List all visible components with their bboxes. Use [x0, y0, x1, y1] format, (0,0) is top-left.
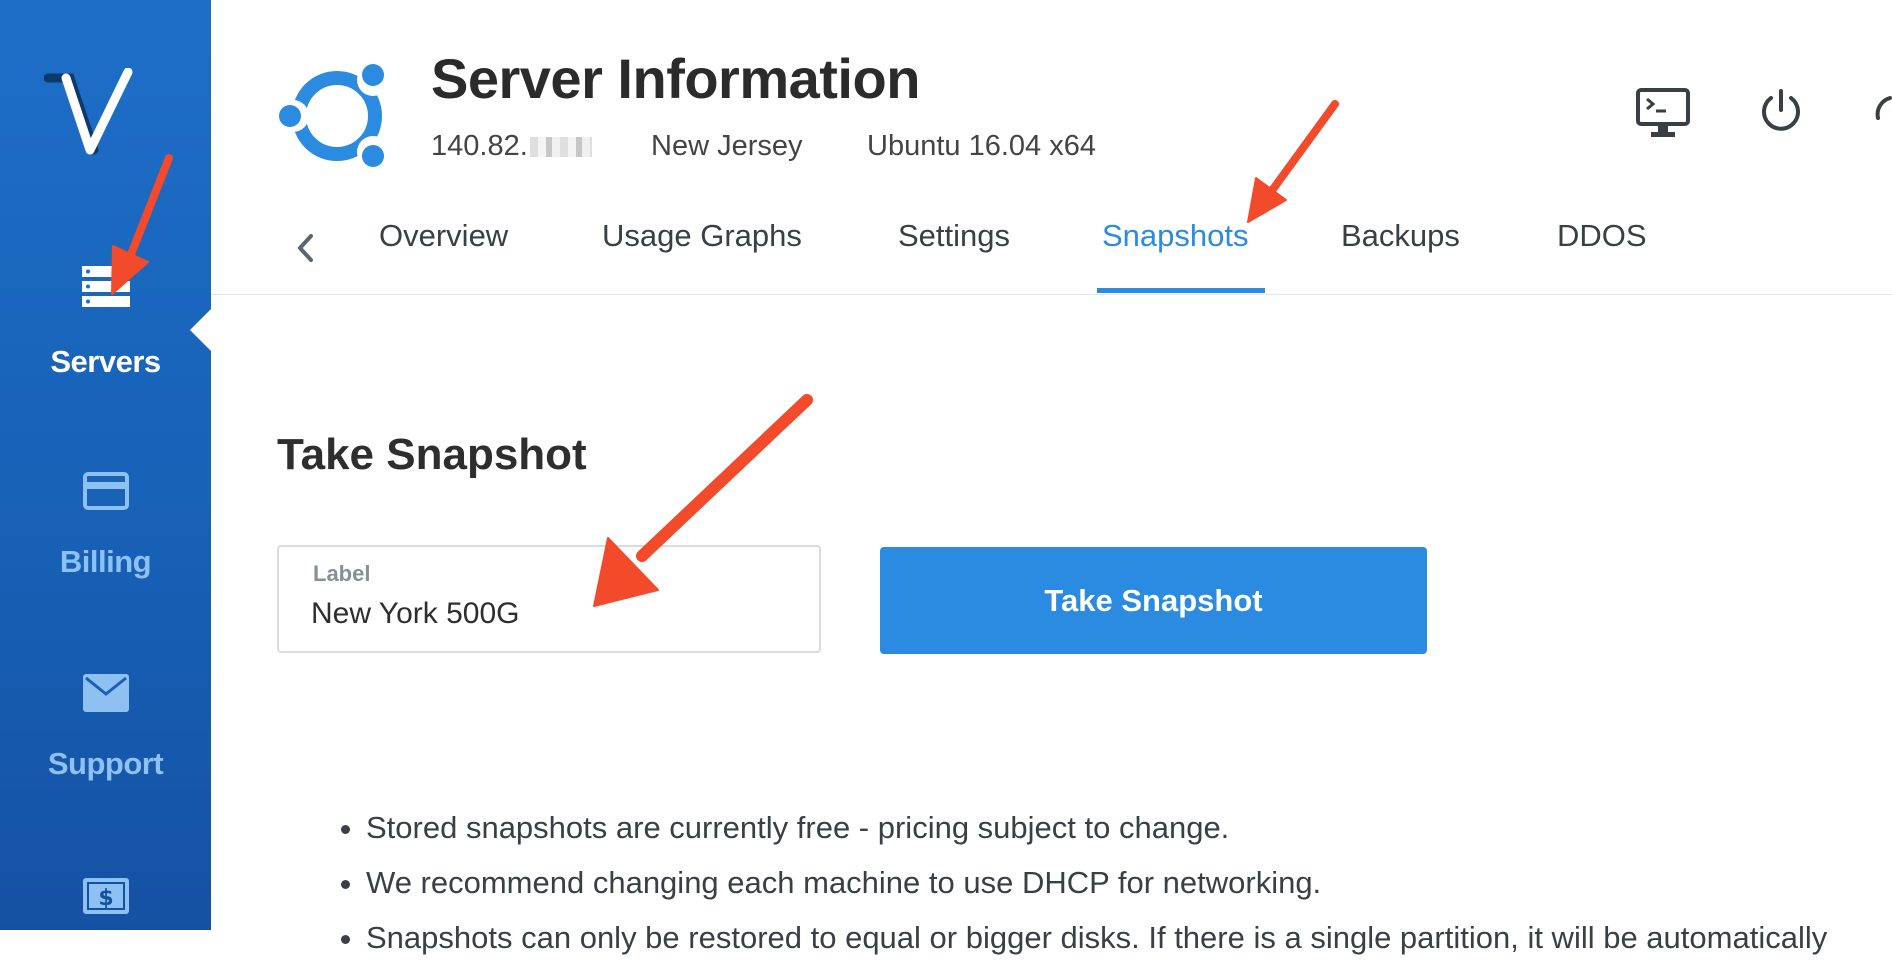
field-caption: Label — [313, 561, 371, 586]
console-icon[interactable] — [1636, 88, 1690, 138]
sidebar-item-billing[interactable]: Billing — [0, 472, 211, 580]
restart-icon[interactable] — [1874, 88, 1892, 134]
chevron-left-icon[interactable] — [291, 228, 321, 268]
list-item: Snapshots can only be restored to equal … — [366, 910, 1892, 965]
power-icon[interactable] — [1758, 88, 1804, 134]
ip-redaction — [529, 137, 592, 158]
credit-card-icon — [82, 472, 129, 510]
tab-bar: Overview Usage Graphs Settings Snapshots… — [211, 200, 1892, 295]
server-ip: 140.82. — [431, 130, 592, 163]
arrow-to-snapshots-tab — [1264, 100, 1339, 200]
envelope-icon — [82, 674, 129, 712]
vultr-logo[interactable] — [44, 68, 134, 158]
tab-usage-graphs[interactable]: Usage Graphs — [602, 218, 802, 276]
sidebar-item-label: Servers — [50, 344, 161, 379]
tab-backups[interactable]: Backups — [1341, 218, 1460, 276]
sidebar-item-label: Billing — [59, 544, 152, 579]
sidebar-item-label: Support — [47, 746, 164, 781]
sidebar-item-billing-history[interactable]: $ — [0, 878, 211, 936]
tab-settings[interactable]: Settings — [898, 218, 1010, 276]
notes-list: Stored snapshots are currently free - pr… — [330, 800, 1892, 965]
server-os: Ubuntu 16.04 x64 — [867, 130, 1096, 162]
server-location: New Jersey — [651, 130, 803, 162]
tab-overview[interactable]: Overview — [379, 218, 508, 276]
page-title: Server Information — [431, 47, 920, 110]
list-item: We recommend changing each machine to us… — [366, 855, 1892, 910]
list-item: Stored snapshots are currently free - pr… — [366, 800, 1892, 855]
arrow-to-label-field — [636, 394, 813, 562]
sidebar: Servers Billing Support $ — [0, 0, 212, 930]
ubuntu-logo-icon — [277, 64, 389, 168]
active-tab-indicator — [1097, 288, 1265, 293]
svg-text:$: $ — [98, 886, 113, 911]
dollar-bill-icon: $ — [82, 878, 129, 914]
snapshot-label-field[interactable]: Label — [277, 545, 821, 653]
sidebar-item-support[interactable]: Support — [0, 674, 211, 782]
section-title: Take Snapshot — [277, 430, 587, 479]
sidebar-item-servers[interactable]: Servers — [0, 266, 211, 380]
take-snapshot-button[interactable]: Take Snapshot — [880, 547, 1427, 654]
tab-snapshots[interactable]: Snapshots — [1102, 218, 1249, 276]
snapshot-label-input[interactable] — [311, 597, 781, 631]
tab-ddos[interactable]: DDOS — [1557, 218, 1647, 276]
server-stack-icon — [81, 266, 130, 307]
active-indicator — [190, 308, 212, 352]
server-ip-text: 140.82. — [431, 130, 528, 162]
